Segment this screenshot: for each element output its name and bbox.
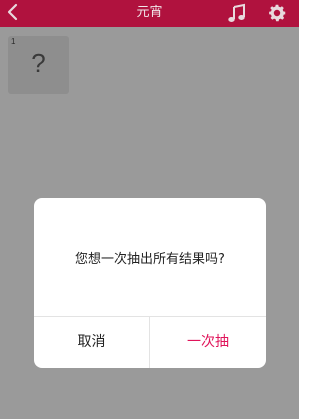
page-title: 元宵 [136,5,163,20]
app-screen: 元宵 1 ? 您想一次抽出所有结果吗? 取消 一次抽 [0,0,299,419]
settings-button[interactable] [266,2,288,24]
dialog-message: 您想一次抽出所有结果吗? [75,252,225,267]
confirm-dialog: 您想一次抽出所有结果吗? 取消 一次抽 [34,198,266,368]
draw-once-button[interactable]: 一次抽 [150,317,266,368]
question-mark-icon: ? [31,48,46,78]
top-bar: 元宵 [0,0,299,27]
result-card[interactable]: 1 ? [8,36,69,94]
music-note-icon [228,3,245,22]
card-index: 1 [11,37,16,46]
gear-icon [269,4,286,22]
music-button[interactable] [226,3,248,25]
cancel-button[interactable]: 取消 [34,317,149,368]
